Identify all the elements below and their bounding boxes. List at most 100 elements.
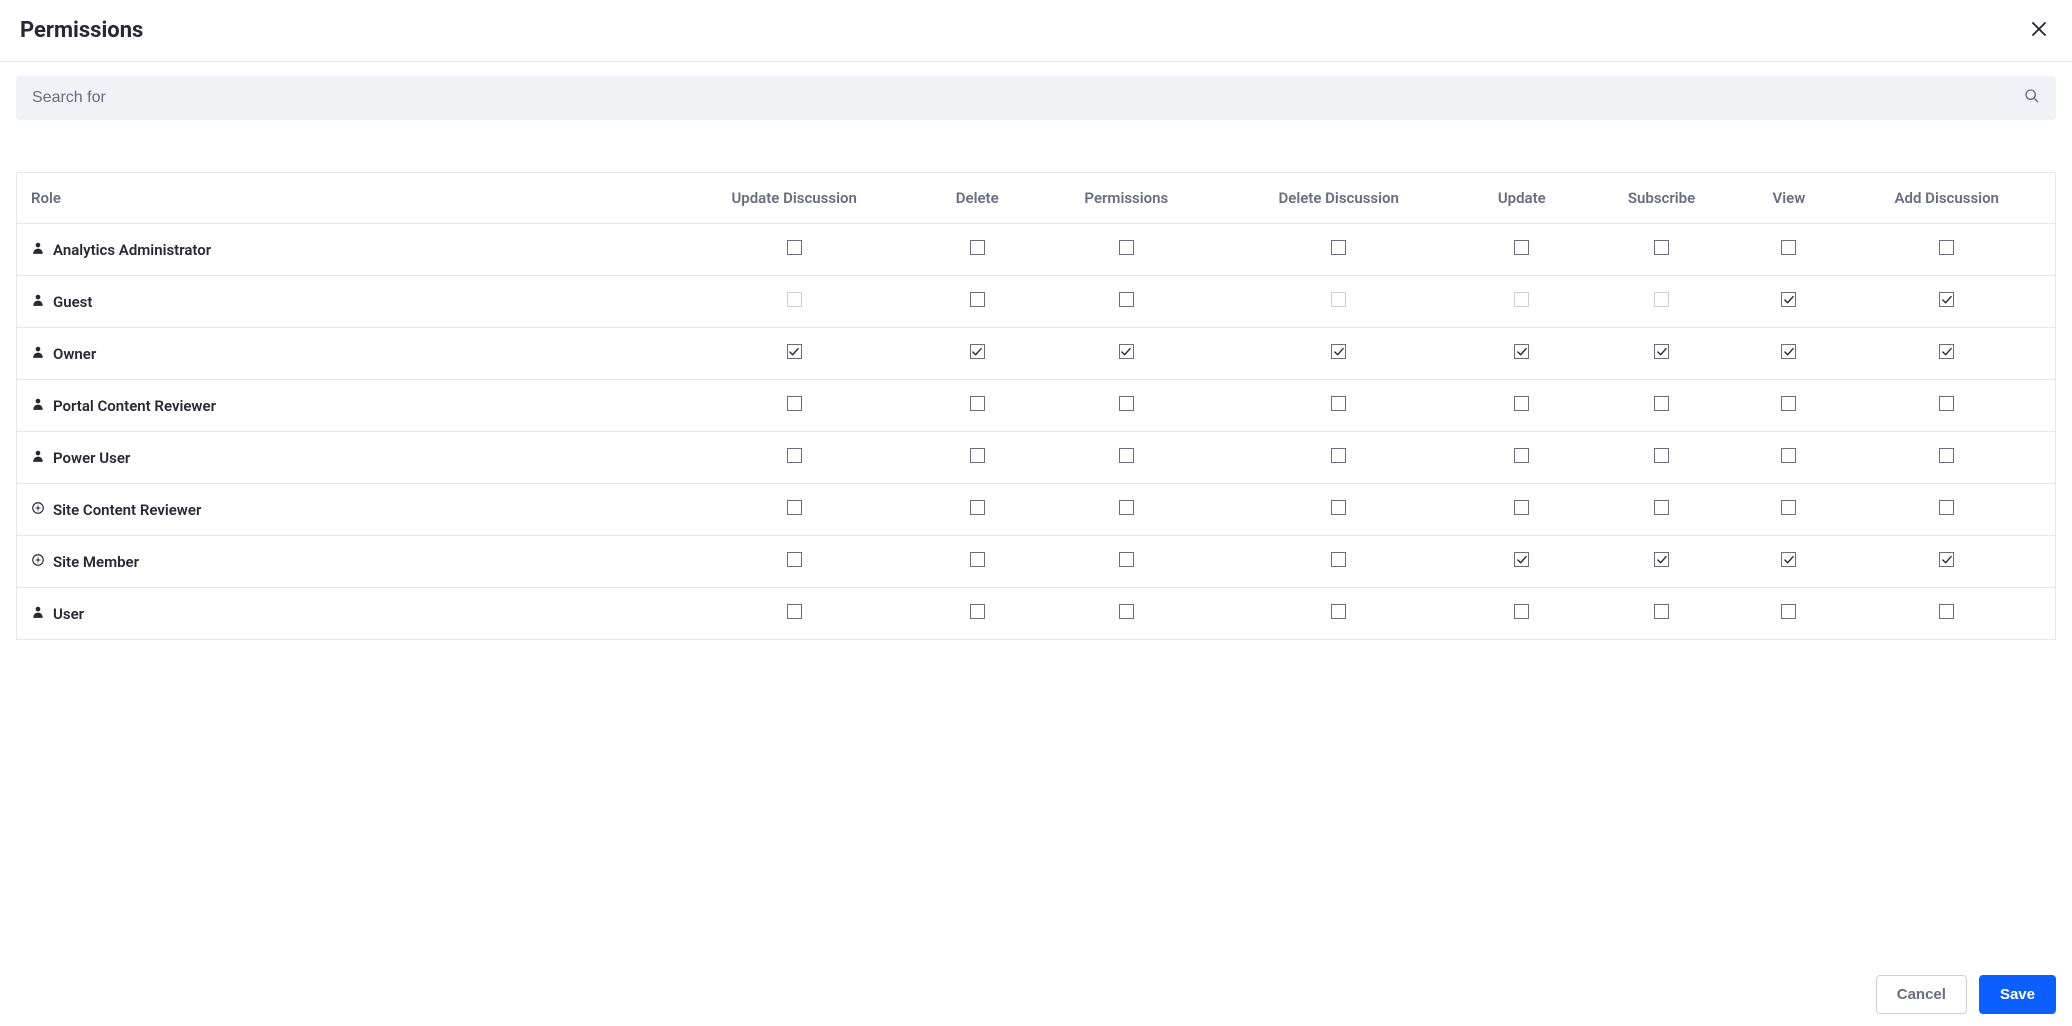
checkbox-cell: [919, 536, 1035, 588]
permission-checkbox[interactable]: [787, 552, 802, 567]
user-icon: [31, 449, 45, 467]
checkbox-cell: [1218, 224, 1460, 276]
permission-checkbox[interactable]: [970, 396, 985, 411]
permission-checkbox[interactable]: [787, 448, 802, 463]
permission-checkbox[interactable]: [1119, 396, 1134, 411]
permission-checkbox[interactable]: [1781, 500, 1796, 515]
search-container: [0, 62, 2072, 134]
permission-checkbox[interactable]: [1654, 604, 1669, 619]
permission-checkbox[interactable]: [1119, 240, 1134, 255]
permission-checkbox[interactable]: [1781, 396, 1796, 411]
permission-checkbox[interactable]: [1654, 448, 1669, 463]
permission-checkbox[interactable]: [970, 344, 985, 359]
checkbox-cell: [1218, 484, 1460, 536]
permission-checkbox[interactable]: [1939, 292, 1954, 307]
role-name: Site Content Reviewer: [53, 501, 201, 519]
permission-checkbox[interactable]: [1654, 552, 1669, 567]
permission-checkbox[interactable]: [1331, 500, 1346, 515]
permission-checkbox[interactable]: [1939, 500, 1954, 515]
checkbox-cell: [919, 224, 1035, 276]
permission-checkbox[interactable]: [1781, 604, 1796, 619]
role-name: Owner: [53, 345, 96, 363]
permission-checkbox[interactable]: [787, 396, 802, 411]
column-header-view: View: [1739, 173, 1838, 224]
permission-checkbox[interactable]: [970, 604, 985, 619]
permission-checkbox[interactable]: [970, 552, 985, 567]
checkbox-cell: [1584, 328, 1740, 380]
permission-checkbox[interactable]: [1514, 552, 1529, 567]
permission-checkbox[interactable]: [1514, 240, 1529, 255]
modal-header: Permissions: [0, 0, 2072, 62]
user-icon: [31, 293, 45, 311]
permission-checkbox[interactable]: [970, 448, 985, 463]
permission-checkbox[interactable]: [1939, 448, 1954, 463]
permission-checkbox[interactable]: [787, 344, 802, 359]
permission-checkbox[interactable]: [970, 240, 985, 255]
permission-checkbox[interactable]: [1654, 344, 1669, 359]
checkbox-cell: [1584, 588, 1740, 640]
permission-checkbox[interactable]: [1331, 448, 1346, 463]
permission-checkbox[interactable]: [1119, 500, 1134, 515]
checkbox-cell: [1584, 536, 1740, 588]
permission-checkbox[interactable]: [787, 500, 802, 515]
checkbox-cell: [1460, 536, 1584, 588]
table-row: Analytics Administrator: [17, 224, 2056, 276]
permission-checkbox[interactable]: [1514, 448, 1529, 463]
column-header-delete-discussion: Delete Discussion: [1218, 173, 1460, 224]
permission-checkbox[interactable]: [1939, 604, 1954, 619]
permission-checkbox[interactable]: [1781, 552, 1796, 567]
permission-checkbox[interactable]: [1939, 552, 1954, 567]
role-cell: Guest: [17, 276, 669, 328]
permission-checkbox[interactable]: [787, 604, 802, 619]
permission-checkbox[interactable]: [1331, 604, 1346, 619]
permission-checkbox[interactable]: [1119, 344, 1134, 359]
permission-checkbox[interactable]: [1514, 604, 1529, 619]
permission-checkbox[interactable]: [1781, 344, 1796, 359]
permissions-table: Role Update Discussion Delete Permission…: [16, 172, 2056, 640]
save-button[interactable]: Save: [1979, 975, 2056, 1014]
table-row: Owner: [17, 328, 2056, 380]
permission-checkbox[interactable]: [1119, 604, 1134, 619]
permission-checkbox[interactable]: [1331, 240, 1346, 255]
role-cell: Analytics Administrator: [17, 224, 669, 276]
table-row: Portal Content Reviewer: [17, 380, 2056, 432]
role-name: Portal Content Reviewer: [53, 397, 216, 415]
cancel-button[interactable]: Cancel: [1876, 975, 1967, 1014]
permission-checkbox[interactable]: [1514, 500, 1529, 515]
permission-checkbox[interactable]: [1939, 240, 1954, 255]
table-row: Guest: [17, 276, 2056, 328]
permission-checkbox[interactable]: [970, 292, 985, 307]
checkbox-cell: [1839, 536, 2056, 588]
permission-checkbox[interactable]: [1331, 396, 1346, 411]
permission-checkbox[interactable]: [1331, 344, 1346, 359]
user-icon: [31, 605, 45, 623]
permission-checkbox[interactable]: [787, 240, 802, 255]
role-cell: Owner: [17, 328, 669, 380]
permission-checkbox[interactable]: [1119, 292, 1134, 307]
permission-checkbox[interactable]: [1514, 344, 1529, 359]
column-header-delete: Delete: [919, 173, 1035, 224]
site-icon: [31, 501, 45, 519]
permission-checkbox[interactable]: [1654, 240, 1669, 255]
close-button[interactable]: [2026, 16, 2052, 45]
permission-checkbox[interactable]: [1781, 240, 1796, 255]
permission-checkbox[interactable]: [1939, 344, 1954, 359]
permission-checkbox[interactable]: [1119, 552, 1134, 567]
permission-checkbox[interactable]: [1939, 396, 1954, 411]
search-button[interactable]: [2008, 88, 2056, 108]
permission-checkbox[interactable]: [1514, 396, 1529, 411]
search-input[interactable]: [16, 76, 2008, 120]
permission-checkbox[interactable]: [1781, 448, 1796, 463]
permission-checkbox[interactable]: [970, 500, 985, 515]
checkbox-cell: [1218, 536, 1460, 588]
checkbox-cell: [1035, 380, 1218, 432]
role-name: Site Member: [53, 553, 139, 571]
checkbox-cell: [669, 484, 919, 536]
permission-checkbox[interactable]: [1331, 552, 1346, 567]
permission-checkbox[interactable]: [1654, 500, 1669, 515]
permission-checkbox[interactable]: [1119, 448, 1134, 463]
permission-checkbox[interactable]: [1654, 396, 1669, 411]
checkbox-cell: [1739, 224, 1838, 276]
permission-checkbox[interactable]: [1781, 292, 1796, 307]
search-icon: [2024, 88, 2040, 108]
